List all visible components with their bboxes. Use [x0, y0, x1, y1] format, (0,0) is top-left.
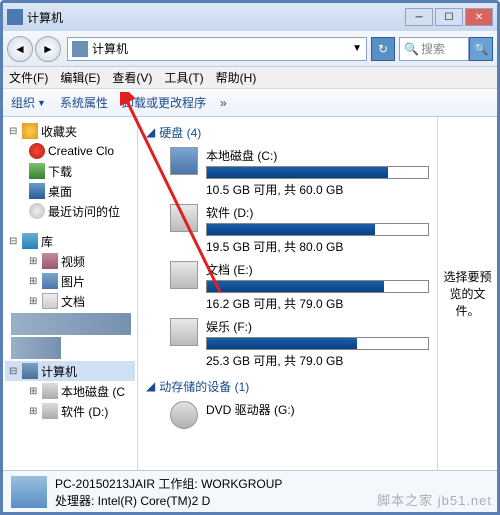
status-bar: PC-20150213JAIR 工作组: WORKGROUP 处理器: Inte… [3, 470, 497, 512]
tree-documents[interactable]: ⊞文档 [5, 291, 135, 311]
menu-help[interactable]: 帮助(H) [216, 69, 257, 86]
computer-icon [72, 41, 88, 57]
cc-icon [29, 143, 45, 159]
nav-tree: ⊟收藏夹 Creative Clo 下载 桌面 最近访问的位 ⊟库 ⊞视频 ⊞图… [3, 117, 138, 470]
toolbar-overflow[interactable]: » [220, 96, 227, 110]
tree-drive-d[interactable]: ⊞软件 (D:) [5, 401, 135, 421]
tree-downloads[interactable]: 下载 [5, 161, 135, 181]
dvd-icon [170, 401, 198, 429]
menu-tools[interactable]: 工具(T) [164, 69, 203, 86]
section-removable[interactable]: ◢动存储的设备 (1) [146, 375, 429, 397]
status-hostname: PC-20150213JAIR 工作组: WORKGROUP [55, 475, 282, 492]
drive-name: 娱乐 (F:) [206, 318, 429, 335]
drive-info: 25.3 GB 可用, 共 79.0 GB [206, 352, 429, 369]
picture-icon [42, 273, 58, 289]
minimize-button[interactable]: ─ [405, 8, 433, 26]
chevron-down-icon[interactable]: ▼ [352, 43, 362, 54]
drive-icon [170, 147, 198, 175]
computer-icon [22, 363, 38, 379]
search-input[interactable]: 🔍 搜索 [399, 37, 469, 61]
drive-info: 16.2 GB 可用, 共 79.0 GB [206, 295, 429, 312]
drive-info: 19.5 GB 可用, 共 80.0 GB [206, 238, 429, 255]
drive-icon [170, 318, 198, 346]
usage-bar [206, 223, 429, 236]
drive-icon [170, 261, 198, 289]
preview-pane: 选择要预览的文件。 [437, 117, 497, 470]
close-button[interactable]: ✕ [465, 8, 493, 26]
menu-edit[interactable]: 编辑(E) [60, 69, 100, 86]
library-icon [22, 233, 38, 249]
titlebar: 计算机 ─ ☐ ✕ [3, 3, 497, 31]
redacted-area [11, 337, 61, 359]
toolbar: 组织▼ 系统属性 卸载或更改程序 » [3, 89, 497, 117]
tree-recent[interactable]: 最近访问的位 [5, 201, 135, 221]
drive-item[interactable]: 文档 (E:) 16.2 GB 可用, 共 79.0 GB [170, 261, 429, 312]
search-button[interactable]: 🔍 [469, 37, 493, 61]
organize-button[interactable]: 组织▼ [11, 94, 46, 111]
drive-name: 本地磁盘 (C:) [206, 147, 429, 164]
drive-icon [42, 383, 58, 399]
tree-favorites[interactable]: ⊟收藏夹 [5, 121, 135, 141]
system-properties-button[interactable]: 系统属性 [60, 94, 108, 111]
window-title: 计算机 [27, 9, 405, 26]
tree-pictures[interactable]: ⊞图片 [5, 271, 135, 291]
search-icon: 🔍 [404, 42, 419, 56]
drive-dvd[interactable]: DVD 驱动器 (G:) [170, 401, 429, 429]
menu-view[interactable]: 查看(V) [112, 69, 152, 86]
drive-info: 10.5 GB 可用, 共 60.0 GB [206, 181, 429, 198]
star-icon [22, 123, 38, 139]
navbar: ◄ ► 计算机 ▼ ↻ 🔍 搜索 🔍 [3, 31, 497, 67]
menu-file[interactable]: 文件(F) [9, 69, 48, 86]
drive-name: 文档 (E:) [206, 261, 429, 278]
status-cpu: 处理器: Intel(R) Core(TM)2 D [55, 492, 282, 509]
back-button[interactable]: ◄ [7, 36, 33, 62]
document-icon [42, 293, 58, 309]
usage-bar [206, 280, 429, 293]
uninstall-button[interactable]: 卸载或更改程序 [122, 94, 206, 111]
drive-name: 软件 (D:) [206, 204, 429, 221]
forward-button[interactable]: ► [35, 36, 61, 62]
maximize-button[interactable]: ☐ [435, 8, 463, 26]
usage-bar [206, 337, 429, 350]
drive-icon [42, 403, 58, 419]
usage-bar [206, 166, 429, 179]
menubar: 文件(F) 编辑(E) 查看(V) 工具(T) 帮助(H) [3, 67, 497, 89]
desktop-icon [29, 183, 45, 199]
tree-computer[interactable]: ⊟计算机 [5, 361, 135, 381]
search-placeholder: 搜索 [421, 40, 445, 57]
tree-desktop[interactable]: 桌面 [5, 181, 135, 201]
main-panel: ◢硬盘 (4) 本地磁盘 (C:) 10.5 GB 可用, 共 60.0 GB 软件… [138, 117, 437, 470]
address-text: 计算机 [92, 40, 128, 57]
computer-icon [7, 9, 23, 25]
drive-item[interactable]: 本地磁盘 (C:) 10.5 GB 可用, 共 60.0 GB [170, 147, 429, 198]
refresh-button[interactable]: ↻ [371, 37, 395, 61]
clock-icon [29, 203, 45, 219]
redacted-area [11, 313, 131, 335]
computer-icon [11, 476, 47, 508]
drive-item[interactable]: 娱乐 (F:) 25.3 GB 可用, 共 79.0 GB [170, 318, 429, 369]
tree-videos[interactable]: ⊞视频 [5, 251, 135, 271]
section-hdd[interactable]: ◢硬盘 (4) [146, 121, 429, 143]
video-icon [42, 253, 58, 269]
drive-item[interactable]: 软件 (D:) 19.5 GB 可用, 共 80.0 GB [170, 204, 429, 255]
download-icon [29, 163, 45, 179]
drive-icon [170, 204, 198, 232]
tree-creative-cloud[interactable]: Creative Clo [5, 141, 135, 161]
address-bar[interactable]: 计算机 ▼ [67, 37, 367, 61]
tree-drive-c[interactable]: ⊞本地磁盘 (C [5, 381, 135, 401]
tree-libraries[interactable]: ⊟库 [5, 231, 135, 251]
